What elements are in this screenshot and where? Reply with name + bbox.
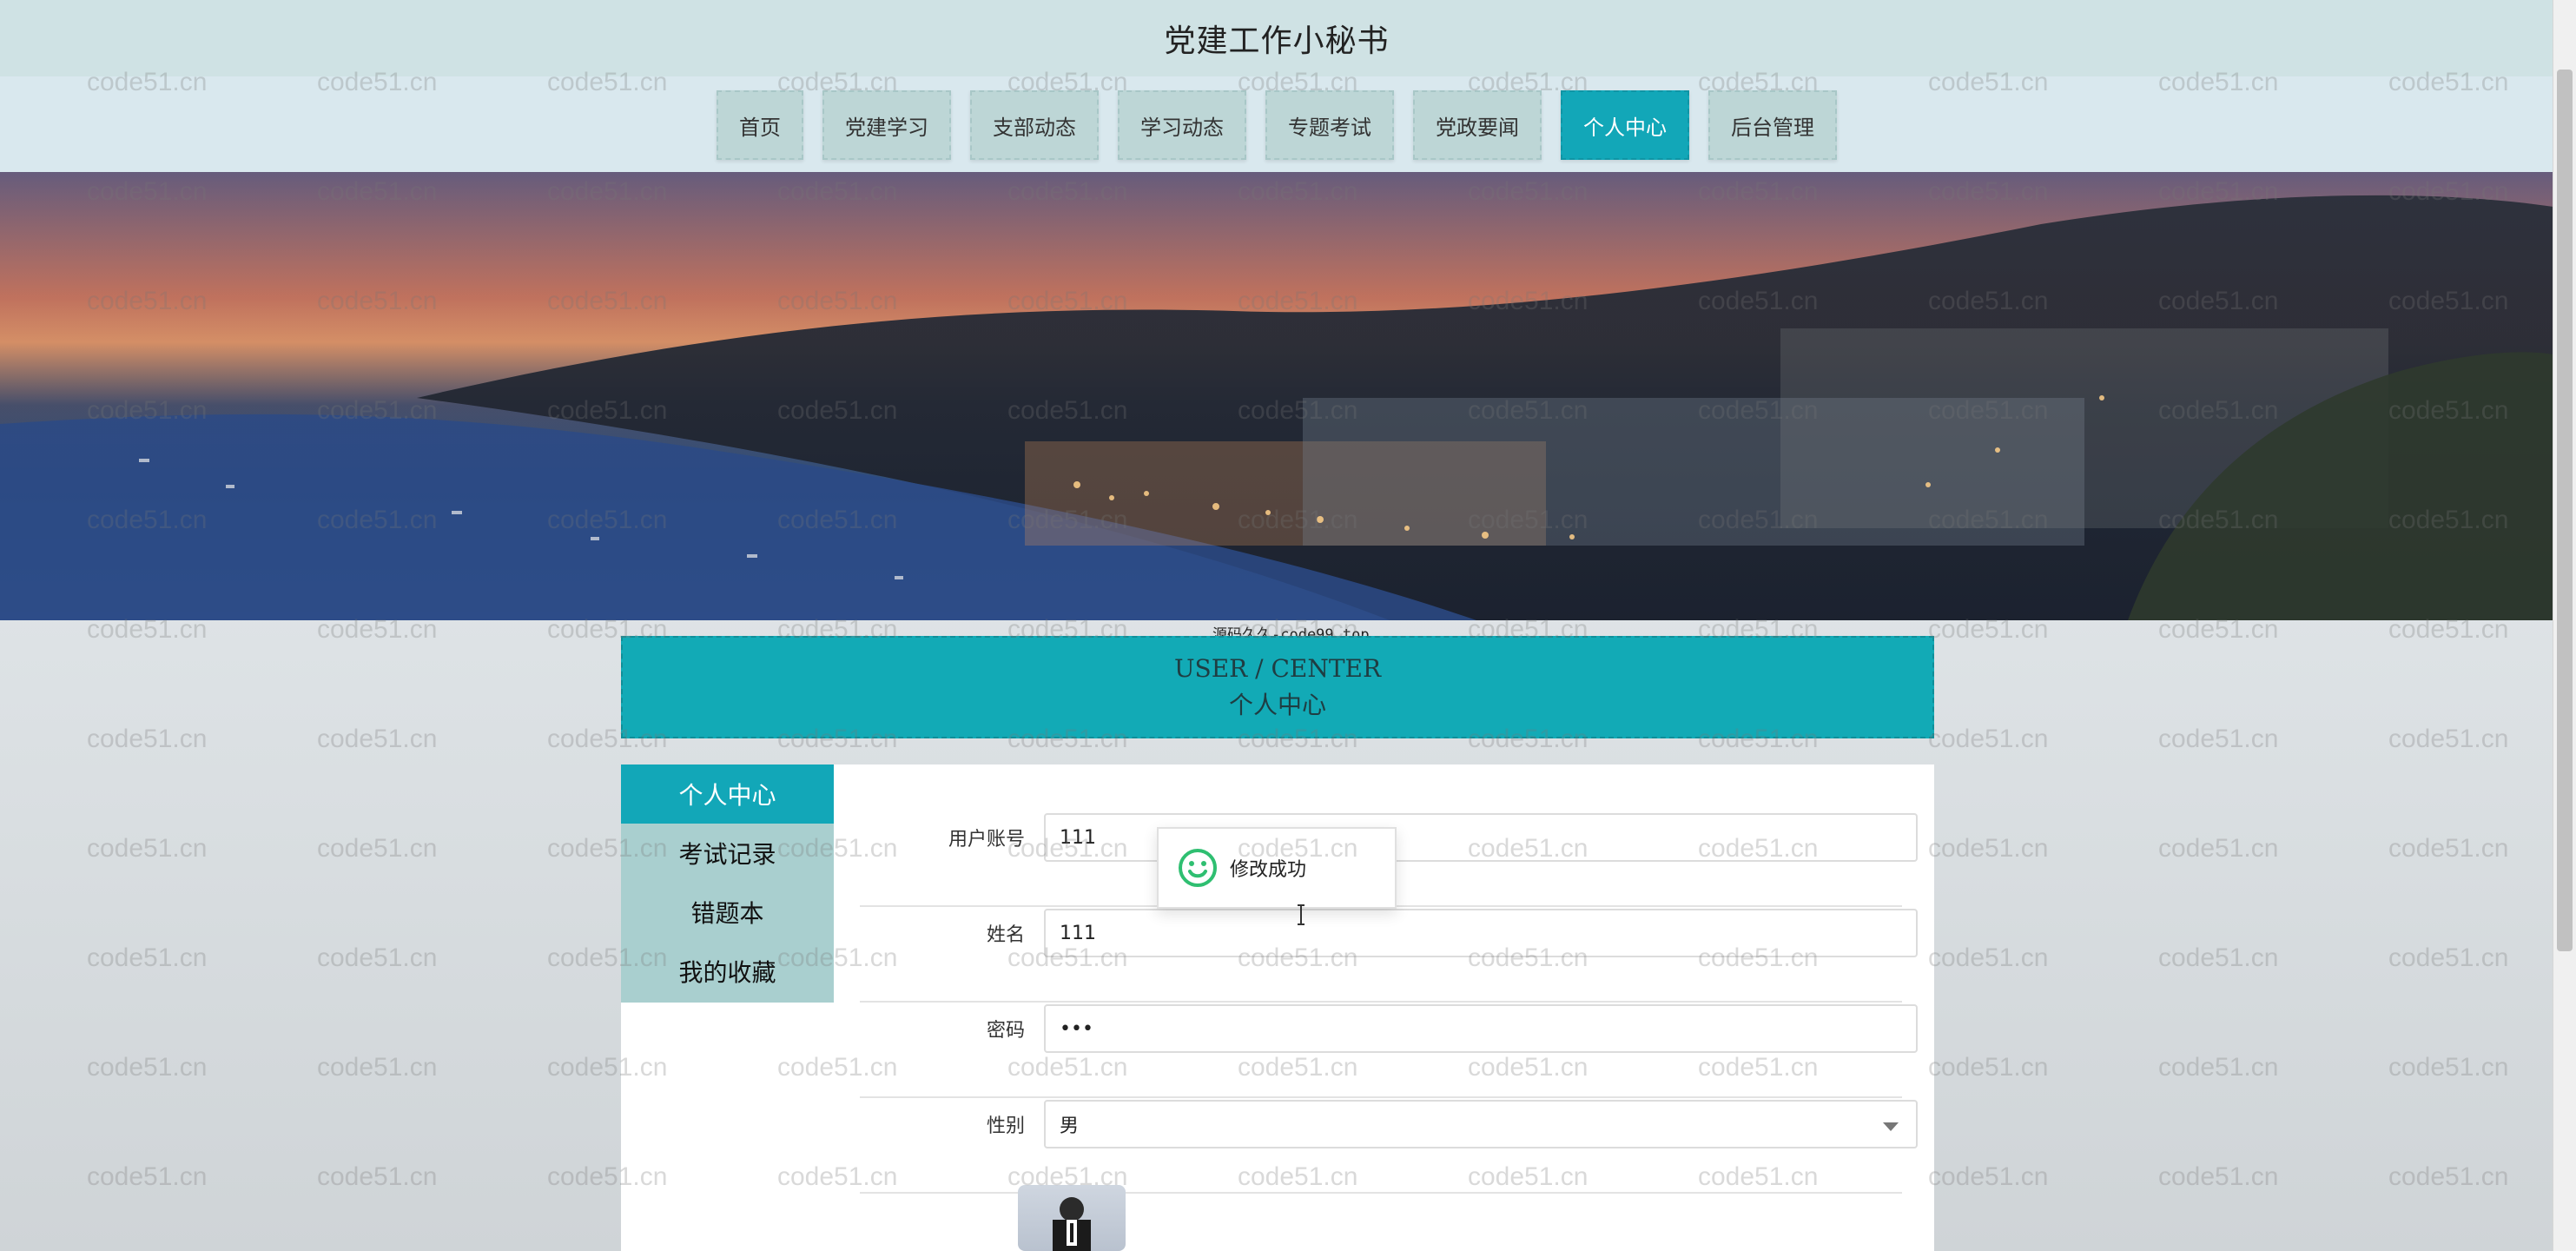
- watermark-text: code51.cn: [317, 834, 438, 863]
- gender-select[interactable]: 男: [1044, 1100, 1918, 1148]
- success-toast: 修改成功: [1157, 827, 1397, 909]
- username-label: 用户账号: [948, 829, 1025, 851]
- form-row-name: 姓名 111: [860, 905, 1918, 1003]
- watermark-text: code51.cn: [317, 943, 438, 972]
- watermark-text: code51.cn: [87, 1053, 208, 1082]
- vertical-scrollbar[interactable]: [2553, 0, 2576, 1251]
- nav-item-personal-center[interactable]: 个人中心: [1561, 90, 1689, 160]
- watermark-text: code51.cn: [2388, 1053, 2509, 1082]
- watermark-text: code51.cn: [2158, 725, 2279, 753]
- side-item-personal-center[interactable]: 个人中心: [621, 764, 834, 824]
- nav-item-party-study[interactable]: 党建学习: [822, 90, 951, 160]
- password-label: 密码: [986, 1020, 1025, 1042]
- form-row-password: 密码 •••: [860, 1001, 1918, 1098]
- scrollbar-thumb[interactable]: [2557, 70, 2573, 951]
- banner-image: [0, 172, 2553, 620]
- avatar[interactable]: [1018, 1185, 1126, 1251]
- nav-item-study-news[interactable]: 学习动态: [1118, 90, 1246, 160]
- watermark-text: code51.cn: [2158, 943, 2279, 972]
- watermark-text: code51.cn: [87, 943, 208, 972]
- site-header: 党建工作小秘书: [0, 0, 2553, 76]
- watermark-text: code51.cn: [1928, 1053, 2049, 1082]
- name-label: 姓名: [986, 924, 1025, 946]
- nav-item-admin[interactable]: 后台管理: [1708, 90, 1837, 160]
- nav-item-home[interactable]: 首页: [717, 90, 803, 160]
- watermark-text: code51.cn: [2158, 1162, 2279, 1191]
- watermark-text: code51.cn: [87, 725, 208, 753]
- banner-scene: [0, 172, 2553, 620]
- watermark-text: code51.cn: [87, 1162, 208, 1191]
- watermark-text: code51.cn: [1928, 725, 2049, 753]
- watermark-text: code51.cn: [317, 1053, 438, 1082]
- watermark-text: code51.cn: [2388, 834, 2509, 863]
- side-item-exam-records[interactable]: 考试记录: [621, 824, 834, 883]
- form-row-gender: 性别 男: [860, 1096, 1918, 1194]
- password-input[interactable]: •••: [1044, 1004, 1918, 1053]
- gender-select-value: 男: [1060, 1115, 1080, 1137]
- side-item-mistake-book[interactable]: 错题本: [621, 883, 834, 942]
- watermark-text: code51.cn: [2388, 1162, 2509, 1191]
- watermark-text: code51.cn: [1928, 1162, 2049, 1191]
- avatar-figure: [1053, 1197, 1091, 1251]
- watermark-text: code51.cn: [1928, 943, 2049, 972]
- toast-message: 修改成功: [1230, 859, 1307, 881]
- watermark-text: code51.cn: [1928, 834, 2049, 863]
- user-center-title-zh: 个人中心: [1228, 690, 1326, 719]
- side-item-my-favorites[interactable]: 我的收藏: [621, 942, 834, 1001]
- site-title: 党建工作小秘书: [1164, 23, 1390, 59]
- name-input[interactable]: 111: [1044, 909, 1918, 957]
- nav-item-politics-news[interactable]: 党政要闻: [1413, 90, 1542, 160]
- watermark-text: code51.cn: [317, 1162, 438, 1191]
- user-center-side-menu: 个人中心 考试记录 错题本 我的收藏: [621, 764, 834, 1003]
- nav-item-branch-news[interactable]: 支部动态: [970, 90, 1099, 160]
- watermark-text: code51.cn: [2388, 943, 2509, 972]
- watermark-text: code51.cn: [2158, 834, 2279, 863]
- watermark-text: code51.cn: [2158, 1053, 2279, 1082]
- gender-label: 性别: [986, 1115, 1025, 1137]
- watermark-text: code51.cn: [87, 834, 208, 863]
- watermark-text: code51.cn: [2388, 725, 2509, 753]
- watermark-text: code51.cn: [317, 725, 438, 753]
- main-nav: 首页 党建学习 支部动态 学习动态 专题考试 党政要闻 个人中心 后台管理: [0, 90, 2553, 160]
- user-center-header: USER / CENTER 个人中心: [621, 636, 1934, 738]
- smiley-success-icon: [1179, 849, 1217, 887]
- text-cursor-icon: [1298, 904, 1305, 925]
- chevron-down-icon: [1883, 1122, 1899, 1131]
- nav-item-special-exam[interactable]: 专题考试: [1265, 90, 1394, 160]
- user-center-title-en: USER / CENTER: [1173, 653, 1382, 683]
